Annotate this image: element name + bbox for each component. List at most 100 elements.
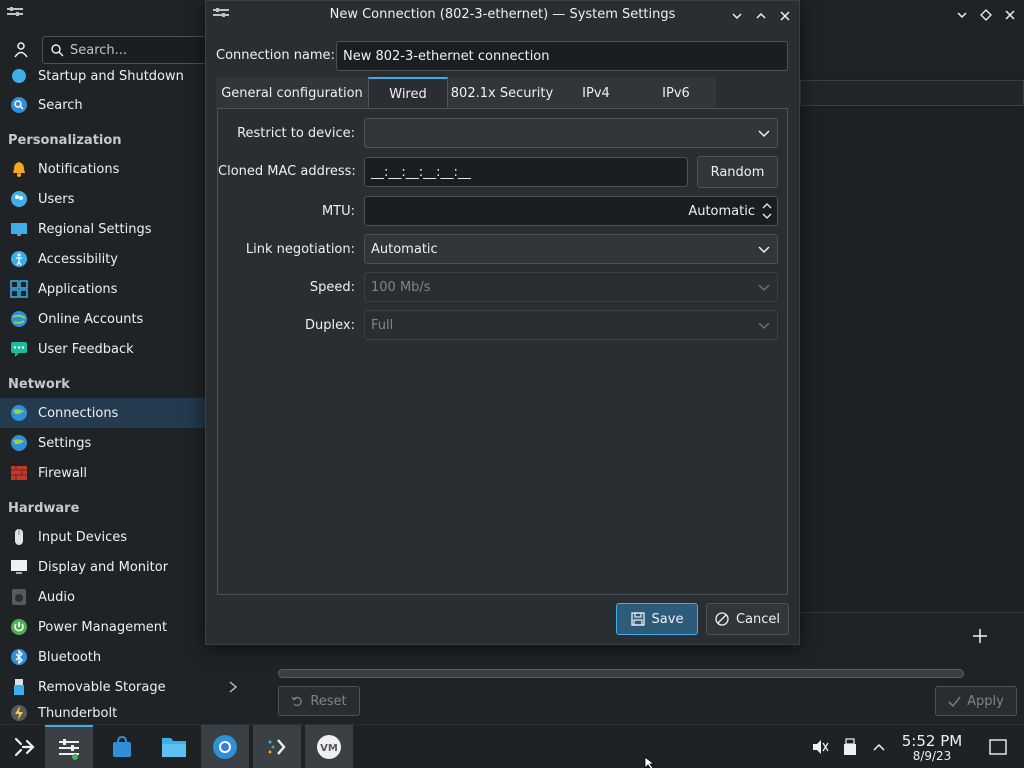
tab-label: Wired <box>389 86 427 102</box>
sidebar-item-label: Accessibility <box>38 251 118 267</box>
connections-toolbar <box>800 80 1024 106</box>
apply-button[interactable]: Apply <box>935 686 1017 716</box>
tab-ipv6[interactable]: IPv6 <box>636 77 716 109</box>
globe-user-icon <box>9 309 29 329</box>
sidebar-item-accessibility[interactable]: Accessibility <box>0 244 206 274</box>
bg-maximize-icon[interactable] <box>976 5 996 25</box>
restrict-device-combo[interactable] <box>364 118 778 148</box>
dialog-maximize-icon[interactable] <box>751 6 771 26</box>
sidebar-item-label: Regional Settings <box>38 221 152 237</box>
random-mac-button[interactable]: Random <box>697 156 778 188</box>
firewall-icon <box>9 463 29 483</box>
tab-label: IPv4 <box>582 85 610 101</box>
reset-button[interactable]: Reset <box>278 686 360 716</box>
sidebar-item-display-monitor[interactable]: Display and Monitor <box>0 552 206 582</box>
sidebar-item-thunderbolt[interactable]: Thunderbolt <box>0 702 206 724</box>
taskbar-chrome[interactable] <box>201 725 249 768</box>
chrome-icon <box>213 735 237 759</box>
search-input[interactable] <box>70 42 190 58</box>
sidebar-item-firewall[interactable]: Firewall <box>0 458 206 488</box>
tray-expand-icon[interactable] <box>869 737 889 757</box>
apply-label: Apply <box>967 693 1004 709</box>
taskbar-system-settings[interactable] <box>45 725 93 768</box>
hamburger-menu-icon[interactable] <box>12 42 30 58</box>
sidebar-item-label: User Feedback <box>38 341 134 357</box>
link-negotiation-combo[interactable]: Automatic <box>364 234 778 264</box>
sidebar-item-startup-shutdown[interactable]: Startup and Shutdown <box>0 61 206 91</box>
dialog-close-icon[interactable] <box>775 6 795 26</box>
sidebar-item-label: Online Accounts <box>38 311 144 327</box>
volume-muted-icon[interactable] <box>810 737 830 757</box>
sidebar-item-applications[interactable]: Applications <box>0 274 206 304</box>
sidebar-item-removable-storage[interactable]: Removable Storage <box>0 672 238 702</box>
folder-icon <box>162 738 186 757</box>
sidebar-item-bluetooth[interactable]: Bluetooth <box>0 642 206 672</box>
tab-wired[interactable]: Wired <box>368 77 448 109</box>
discover-store-icon <box>113 735 131 757</box>
sidebar-item-connections[interactable]: Connections <box>0 398 206 428</box>
sidebar-item-users[interactable]: Users <box>0 184 206 214</box>
tab-8021x-security[interactable]: 802.1x Security <box>448 77 556 109</box>
chevron-right-icon <box>229 681 238 693</box>
tab-general-configuration[interactable]: General configuration <box>216 77 368 109</box>
taskbar: VM 5:52 PM 8/9/23 <box>0 724 1024 768</box>
usb-icon <box>9 677 29 697</box>
dialog-minimize-icon[interactable] <box>727 6 747 26</box>
duplex-label: Duplex: <box>305 318 355 333</box>
bg-minimize-icon[interactable] <box>952 5 972 25</box>
sidebar-item-online-accounts[interactable]: Online Accounts <box>0 304 206 334</box>
duplex-value: Full <box>371 317 394 333</box>
connection-name-field[interactable]: New 802-3-ethernet connection <box>336 41 788 71</box>
category-hardware: Hardware <box>8 501 80 516</box>
removable-device-icon[interactable] <box>840 737 860 757</box>
mouse-cursor-icon <box>644 756 656 768</box>
steamdeck-launcher-icon <box>14 737 35 757</box>
settings-app-icon <box>59 739 79 760</box>
mtu-label: MTU: <box>321 204 355 219</box>
horizontal-scrollbar[interactable] <box>278 669 964 678</box>
application-launcher[interactable] <box>0 725 48 768</box>
restrict-device-label: Restrict to device: <box>237 126 355 141</box>
new-connection-dialog: New Connection (802-3-ethernet) — System… <box>205 0 800 645</box>
clock[interactable]: 5:52 PM 8/9/23 <box>896 732 968 763</box>
sidebar-item-input-devices[interactable]: Input Devices <box>0 522 206 552</box>
bg-close-icon[interactable] <box>1000 5 1020 25</box>
terminal-arrow-icon <box>268 739 286 755</box>
add-connection-icon[interactable] <box>970 626 990 646</box>
connection-name-label: Connection name: <box>216 48 335 63</box>
spin-arrows-icon[interactable] <box>761 200 773 222</box>
cloned-mac-label: Cloned MAC address: <box>218 164 356 179</box>
sidebar-item-audio[interactable]: Audio <box>0 582 206 612</box>
save-button[interactable]: Save <box>616 603 698 635</box>
taskbar-vmware[interactable]: VM <box>305 725 353 768</box>
cancel-button[interactable]: Cancel <box>706 603 789 635</box>
bell-icon <box>9 159 29 179</box>
taskbar-discover[interactable] <box>98 725 146 768</box>
speed-value: 100 Mb/s <box>371 279 431 295</box>
mtu-spinbox[interactable]: Automatic <box>364 196 778 226</box>
sidebar-item-label: Settings <box>38 435 92 451</box>
sidebar-item-label: Search <box>38 97 83 113</box>
sidebar-item-user-feedback[interactable]: User Feedback <box>0 334 206 364</box>
vm-app-icon: VM <box>317 735 341 759</box>
globe-icon <box>9 403 29 423</box>
search-box[interactable] <box>42 36 222 64</box>
sidebar-item-search[interactable]: Search <box>0 90 206 120</box>
sidebar-item-regional-settings[interactable]: Regional Settings <box>0 214 206 244</box>
sidebar-item-power-management[interactable]: Power Management <box>0 612 206 642</box>
duplex-combo: Full <box>364 310 778 340</box>
taskbar-konsole[interactable] <box>253 725 301 768</box>
show-desktop-icon[interactable] <box>988 737 1008 757</box>
sidebar-item-label: Firewall <box>38 465 88 481</box>
globe-icon <box>9 433 29 453</box>
cloned-mac-input[interactable]: __:__:__:__:__:__ <box>364 157 688 187</box>
tab-ipv4[interactable]: IPv4 <box>556 77 636 109</box>
taskbar-dolphin[interactable] <box>150 725 198 768</box>
cancel-label: Cancel <box>735 611 781 627</box>
random-label: Random <box>710 164 765 180</box>
sidebar-item-label: Display and Monitor <box>38 559 169 575</box>
power-green-icon <box>9 617 29 637</box>
sidebar-item-label: Thunderbolt <box>38 705 118 721</box>
sidebar-item-notifications[interactable]: Notifications <box>0 154 206 184</box>
sidebar-item-network-settings[interactable]: Settings <box>0 428 206 458</box>
